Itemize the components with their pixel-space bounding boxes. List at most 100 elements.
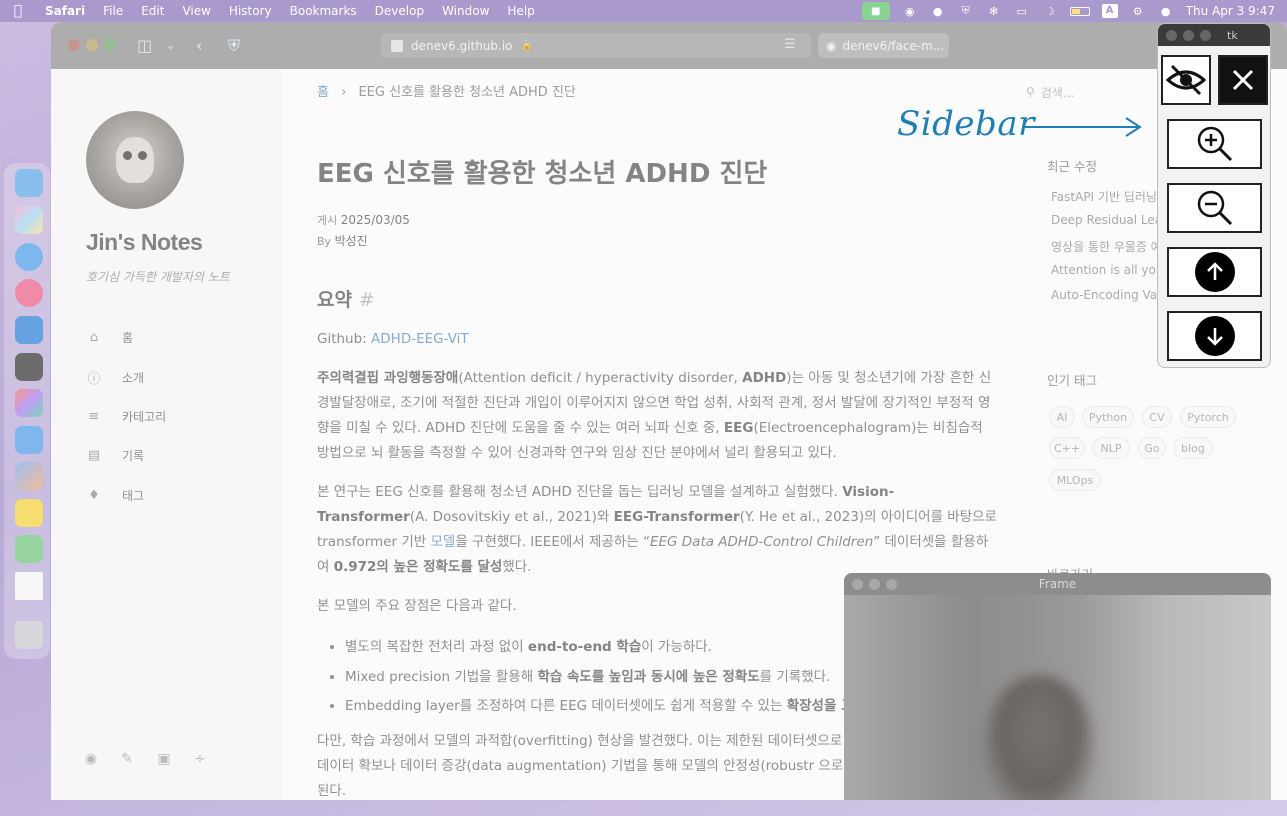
menu-history[interactable]: History <box>220 4 281 18</box>
tab-github[interactable]: ◉ denev6/face-m... <box>818 33 949 58</box>
tk-zoom-dot[interactable] <box>1200 29 1211 41</box>
record-icon[interactable]: ◉ <box>902 5 918 18</box>
breadcrumb-home[interactable]: 홈 <box>317 85 329 100</box>
vscode-icon[interactable] <box>15 316 43 344</box>
nav-home[interactable]: ⌂ 홈 <box>86 329 133 346</box>
tag-cpp[interactable]: C++ <box>1049 437 1085 459</box>
preview-icon[interactable] <box>15 462 43 490</box>
kakaotalk-icon[interactable] <box>15 499 43 527</box>
tag-nlp[interactable]: NLP <box>1092 437 1130 459</box>
window-zoom-button[interactable] <box>104 39 116 51</box>
model-link[interactable]: 모델 <box>430 534 455 550</box>
scroll-down-button[interactable] <box>1167 311 1262 361</box>
tag-python[interactable]: Python <box>1082 406 1134 428</box>
recent-post-3[interactable]: 영상을 통한 우울증 예 <box>1051 238 1157 255</box>
anchor-link[interactable]: # <box>359 289 375 311</box>
window-minimize-button[interactable] <box>86 39 98 51</box>
recent-post-2[interactable]: Deep Residual Lea <box>1051 213 1157 227</box>
tag-mlops[interactable]: MLOps <box>1049 469 1101 491</box>
tk-close-dot[interactable] <box>1166 29 1177 41</box>
music-icon[interactable] <box>15 279 43 307</box>
menu-develop[interactable]: Develop <box>366 4 433 18</box>
finder-icon[interactable] <box>15 169 43 197</box>
tag-cv[interactable]: CV <box>1142 406 1172 428</box>
hide-button[interactable] <box>1161 55 1211 105</box>
info-icon: ⓘ <box>87 372 101 387</box>
search-input[interactable]: ⚲ 검색... <box>1026 81 1156 103</box>
p2-bold-3: 0.972의 높은 정확도를 달성 <box>333 559 503 575</box>
menu-app-name[interactable]: Safari <box>36 4 94 18</box>
compass-icon[interactable]: ✻ <box>986 5 1002 18</box>
search-placeholder: 검색... <box>1040 85 1075 100</box>
tag-pytorch[interactable]: Pytorch <box>1180 406 1236 428</box>
zoom-out-button[interactable] <box>1167 183 1262 233</box>
moon-icon[interactable]: ☽ <box>1042 5 1058 18</box>
reader-icon[interactable]: ☰ <box>784 37 796 52</box>
tag-blog[interactable]: blog <box>1173 437 1213 459</box>
frame-window: Frame <box>844 573 1271 800</box>
mail-icon[interactable] <box>15 426 43 454</box>
privacy-shield-icon[interactable]: ⛨ <box>228 36 240 56</box>
menu-window[interactable]: Window <box>433 4 498 18</box>
github-line: Github: ADHD-EEG-ViT <box>317 327 997 352</box>
chat-icon[interactable]: ● <box>930 5 946 18</box>
menu-file[interactable]: File <box>94 4 132 18</box>
menu-edit[interactable]: Edit <box>132 4 173 18</box>
siri-icon[interactable]: ● <box>1158 5 1174 18</box>
zoom-in-button[interactable] <box>1167 119 1262 169</box>
menu-bookmarks[interactable]: Bookmarks <box>281 4 366 18</box>
zoom-out-icon <box>1197 190 1232 226</box>
launchpad-icon[interactable] <box>15 206 43 234</box>
tag-ai[interactable]: AI <box>1049 406 1075 428</box>
menu-view[interactable]: View <box>173 4 219 18</box>
github-icon[interactable]: ◉ <box>82 751 100 767</box>
breadcrumb-current: EEG 신호를 활용한 청소년 ADHD 진단 <box>358 85 576 100</box>
sidebar-toggle-icon[interactable]: ◫ <box>137 36 152 55</box>
recent-post-5[interactable]: Auto-Encoding Va <box>1051 288 1157 302</box>
tag-go[interactable]: Go <box>1138 437 1166 459</box>
nav-about[interactable]: ⓘ 소개 <box>86 368 144 387</box>
close-button[interactable] <box>1218 55 1268 105</box>
window-close-button[interactable] <box>68 39 80 51</box>
post-title: EEG 신호를 활용한 청소년 ADHD 진단 <box>317 159 768 189</box>
avatar[interactable] <box>86 111 184 209</box>
shield-icon[interactable]: ⛨ <box>958 4 974 18</box>
menu-clock[interactable]: Thu Apr 3 9:47 <box>1186 4 1275 18</box>
recent-post-4[interactable]: Attention is all you <box>1051 263 1157 277</box>
hide-icon <box>1165 64 1207 96</box>
pencil-icon[interactable]: ✎ <box>118 751 136 767</box>
safari-icon[interactable] <box>15 243 43 271</box>
tags-heading: 인기 태그 <box>1047 373 1097 388</box>
tk-min-dot[interactable] <box>1183 29 1194 41</box>
tab-github-label: denev6/face-m... <box>842 38 945 53</box>
scroll-up-button[interactable] <box>1167 247 1262 297</box>
facetime-icon[interactable]: ■ <box>861 2 890 20</box>
input-source-icon[interactable]: A <box>1101 4 1118 18</box>
control-center-icon[interactable]: ⚙ <box>1130 5 1146 18</box>
nav-tags[interactable]: ♦ 태그 <box>86 487 144 504</box>
post-author[interactable]: 박성진 <box>335 234 368 248</box>
back-icon[interactable]: ‹ <box>196 36 202 55</box>
menu-help[interactable]: Help <box>498 4 543 18</box>
chevron-down-icon[interactable]: ⌄ <box>166 39 175 52</box>
bullet-3-text: Embedding layer를 조정하여 다른 EEG 데이터셋에도 쉽게 적… <box>345 698 787 714</box>
document-icon[interactable] <box>15 572 43 600</box>
nav-categories-label: 카테고리 <box>122 410 167 424</box>
recent-post-1[interactable]: FastAPI 기반 딥러닝 <box>1051 188 1157 205</box>
nav-about-label: 소개 <box>122 371 145 385</box>
utility-app-icon[interactable] <box>15 535 43 563</box>
display-icon[interactable]: ▭ <box>1014 5 1030 18</box>
terminal-icon[interactable] <box>15 353 43 381</box>
nav-categories[interactable]: ≡ 카테고리 <box>86 408 167 425</box>
site-title[interactable]: Jin's Notes <box>86 229 203 256</box>
github-repo-link[interactable]: ADHD-EEG-ViT <box>371 331 469 347</box>
battery-icon[interactable] <box>1069 6 1090 16</box>
figma-icon[interactable] <box>15 389 43 417</box>
instagram-icon[interactable]: ▣ <box>155 751 173 767</box>
address-bar[interactable]: denev6.github.io 🔒 <box>381 33 811 58</box>
paragraph-1: 주의력결핍 과잉행동장애(Attention deficit / hyperac… <box>317 366 997 466</box>
nav-archive[interactable]: ▤ 기록 <box>86 447 144 464</box>
apple-menu-icon[interactable]:  <box>0 3 36 19</box>
rss-icon[interactable]: ∻ <box>191 751 209 767</box>
trash-icon[interactable] <box>15 621 43 649</box>
